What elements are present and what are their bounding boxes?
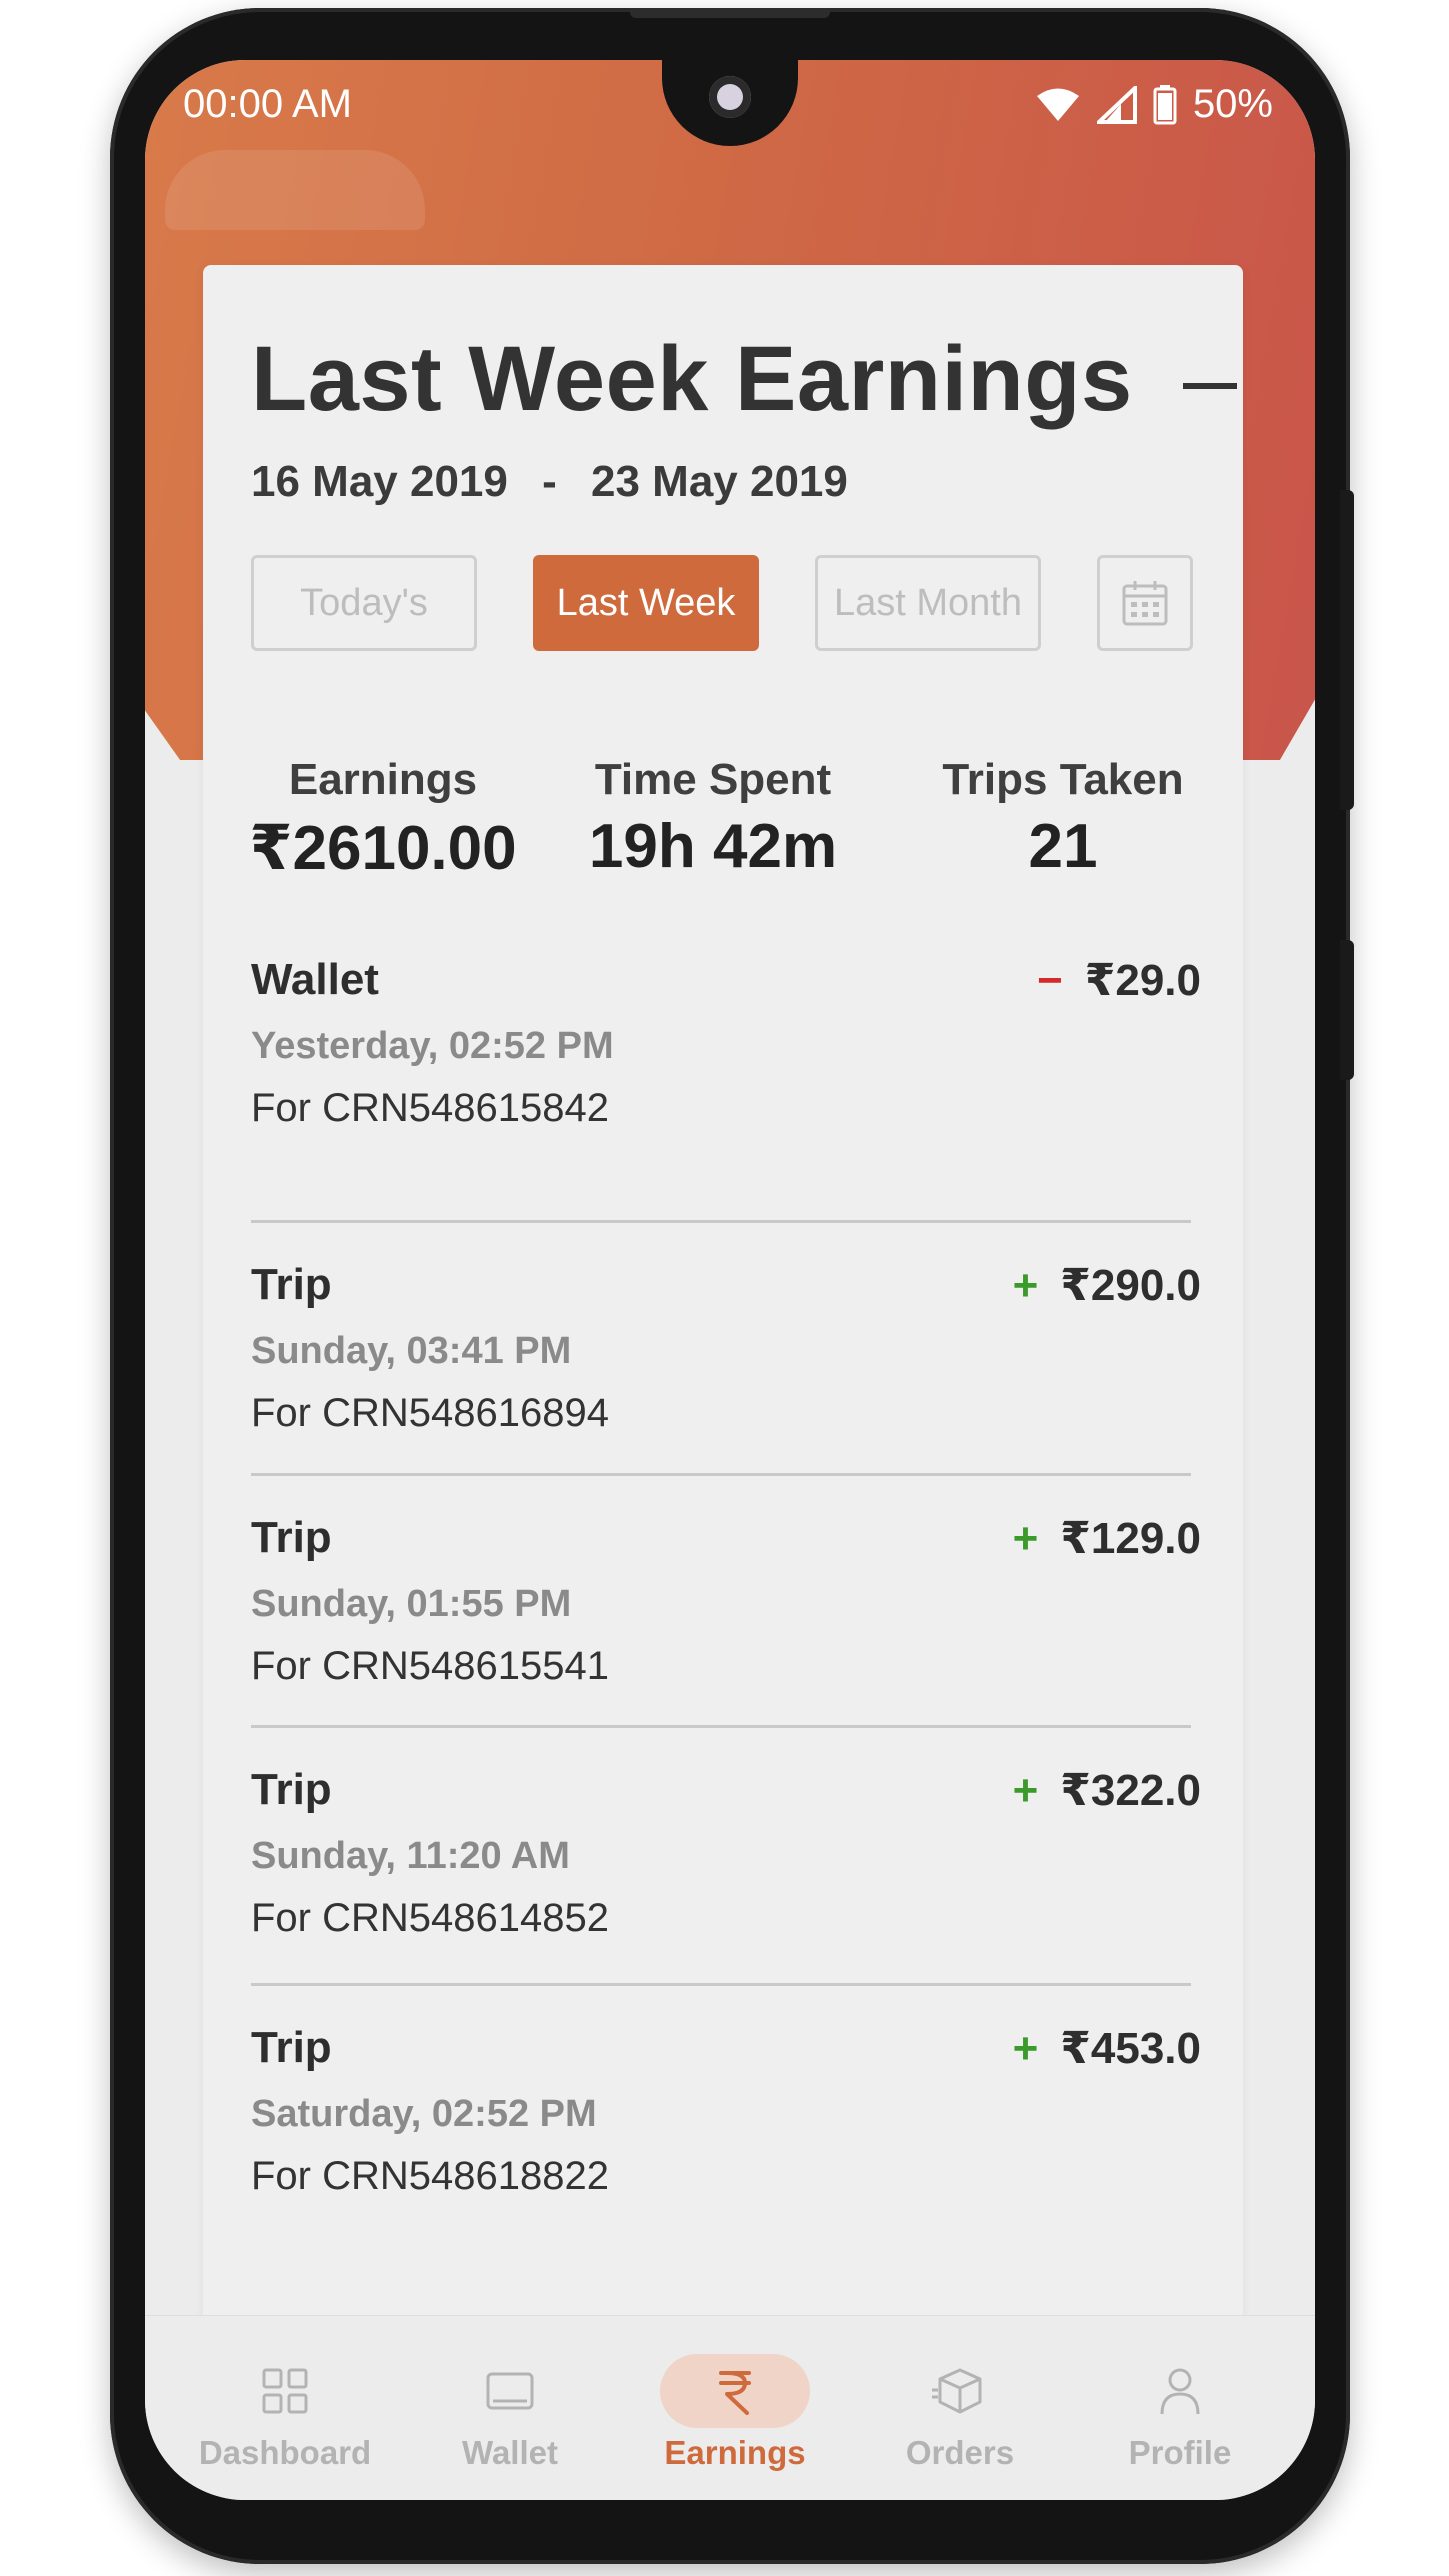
nav-orders-label: Orders: [905, 2434, 1015, 2471]
amount-value: ₹29.0: [1084, 956, 1201, 1005]
transaction-time: Yesterday, 02:52 PM: [251, 1025, 614, 1067]
transaction-item[interactable]: Trip Sunday, 11:20 AM For CRN548614852 +…: [251, 1765, 1201, 1941]
signal-icon: [1096, 85, 1137, 124]
transaction-item[interactable]: Trip Sunday, 01:55 PM For CRN548615541 +…: [251, 1513, 1201, 1689]
amount-value: ₹453.0: [1060, 2024, 1201, 2073]
dashboard-icon: [262, 2368, 308, 2414]
nav-profile-label: Profile: [1128, 2434, 1232, 2471]
bottom-navigation: Dashboard Wallet Earnings Orders Profile: [145, 2315, 1315, 2500]
earnings-card: Last Week Earnings 16 May 2019 - 23 May …: [203, 265, 1243, 2365]
trips-label: Trips Taken: [942, 755, 1184, 804]
transaction-amount: + ₹322.0: [1013, 1765, 1201, 1816]
trips-stat: Trips Taken 21: [923, 755, 1203, 882]
divider: [251, 1220, 1191, 1223]
transaction-time: Sunday, 01:55 PM: [251, 1583, 572, 1625]
credit-sign: +: [1012, 1514, 1039, 1563]
filter-last-month-button[interactable]: Last Month: [815, 555, 1041, 651]
transaction-item[interactable]: Trip Sunday, 03:41 PM For CRN548616894 +…: [251, 1260, 1201, 1436]
credit-sign: +: [1012, 1766, 1039, 1815]
decorative-cloud: [165, 150, 425, 230]
amount-value: ₹129.0: [1060, 1514, 1201, 1563]
profile-icon: [1160, 2368, 1200, 2415]
trips-value: 21: [1028, 812, 1098, 881]
transaction-amount: + ₹129.0: [1013, 1513, 1201, 1564]
wallet-icon: [486, 2372, 534, 2410]
nav-wallet-label: Wallet: [462, 2434, 558, 2471]
transaction-ref: For CRN548615842: [251, 1086, 609, 1130]
nav-earnings[interactable]: Earnings: [635, 2354, 835, 2472]
transaction-amount: + ₹453.0: [1013, 2023, 1201, 2074]
filter-last-week-button[interactable]: Last Week: [533, 555, 759, 651]
transaction-item[interactable]: Wallet Yesterday, 02:52 PM For CRN548615…: [251, 955, 1201, 1131]
nav-profile[interactable]: Profile: [1080, 2356, 1280, 2472]
collapse-icon[interactable]: [1183, 383, 1237, 389]
volume-button: [1340, 490, 1354, 810]
transaction-amount: − ₹29.0: [1037, 955, 1201, 1006]
transaction-time: Saturday, 02:52 PM: [251, 2093, 597, 2135]
nav-dashboard-label: Dashboard: [198, 2434, 372, 2471]
debit-sign: −: [1037, 956, 1063, 1005]
orders-box-icon: [932, 2368, 982, 2414]
calendar-icon: [1122, 581, 1168, 626]
rupee-icon: [719, 2371, 751, 2415]
front-camera: [709, 76, 751, 118]
active-indicator: [660, 2354, 810, 2428]
nav-wallet[interactable]: Wallet: [410, 2356, 610, 2472]
earnings-label: Earnings: [288, 755, 478, 804]
earpiece-speaker: [630, 8, 830, 18]
power-button: [1340, 940, 1354, 1080]
calendar-button[interactable]: [1097, 555, 1193, 651]
battery-icon: [1153, 84, 1177, 124]
date-from: 16 May 2019: [251, 457, 508, 506]
transaction-amount: + ₹290.0: [1013, 1260, 1201, 1311]
amount-value: ₹290.0: [1060, 1261, 1201, 1310]
transaction-item[interactable]: Trip Saturday, 02:52 PM For CRN548618822…: [251, 2023, 1201, 2199]
time-spent-label: Time Spent: [594, 755, 832, 804]
divider: [251, 1725, 1191, 1728]
credit-sign: +: [1012, 2024, 1039, 2073]
transaction-ref: For CRN548614852: [251, 1896, 609, 1940]
earnings-stat: Earnings ₹2610.00: [243, 755, 523, 884]
amount-value: ₹322.0: [1060, 1766, 1201, 1815]
date-range: 16 May 2019 - 23 May 2019: [251, 457, 848, 507]
date-to: 23 May 2019: [591, 457, 848, 506]
transaction-ref: For CRN548616894: [251, 1391, 609, 1435]
time-spent-value: 19h 42m: [588, 812, 838, 881]
transaction-ref: For CRN548618822: [251, 2154, 609, 2198]
divider: [251, 1473, 1191, 1476]
filter-today-button[interactable]: Today's: [251, 555, 477, 651]
nav-earnings-label: Earnings: [664, 2434, 806, 2471]
screen: 00:00 AM 50% Last Week Earnings 16 May 2…: [145, 60, 1315, 2500]
divider: [251, 1983, 1191, 1986]
credit-sign: +: [1012, 1261, 1039, 1310]
wifi-icon: [1036, 88, 1079, 121]
transaction-ref: For CRN548615541: [251, 1644, 609, 1688]
status-icons: 50%: [1035, 82, 1273, 127]
earnings-value: ₹2610.00: [249, 814, 517, 883]
time-spent-stat: Time Spent 19h 42m: [573, 755, 853, 882]
transaction-time: Sunday, 03:41 PM: [251, 1330, 572, 1372]
status-time: 00:00 AM: [183, 82, 353, 126]
nav-dashboard[interactable]: Dashboard: [185, 2356, 385, 2472]
battery-percent: 50%: [1192, 82, 1273, 126]
date-separator: -: [542, 457, 557, 506]
page-title: Last Week Earnings: [251, 328, 1133, 430]
nav-orders[interactable]: Orders: [860, 2356, 1060, 2472]
transaction-time: Sunday, 11:20 AM: [251, 1835, 570, 1877]
